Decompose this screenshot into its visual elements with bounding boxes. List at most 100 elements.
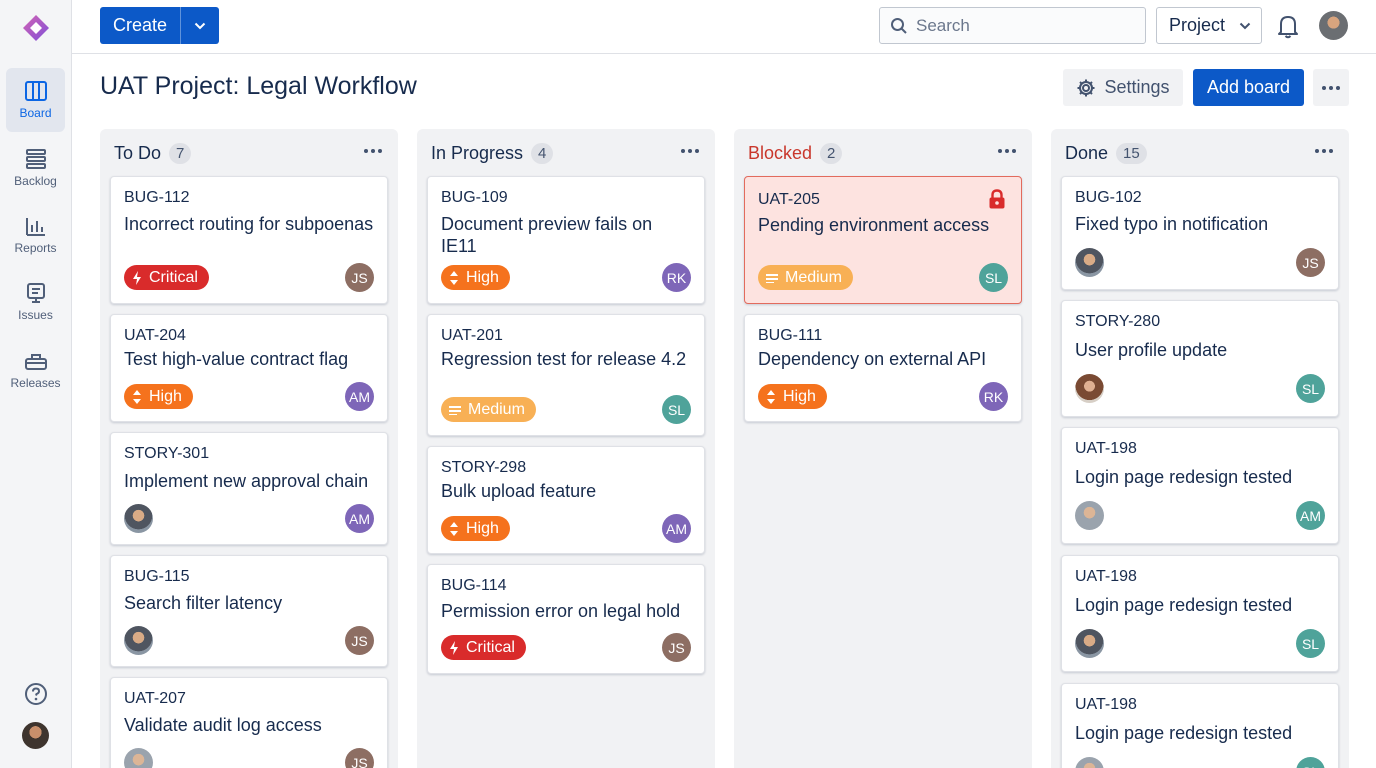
priority-label: High xyxy=(149,387,182,405)
issue-card[interactable]: BUG-102 Fixed typo in notification JS xyxy=(1061,176,1339,290)
issue-title: Validate audit log access xyxy=(124,715,322,735)
column-more-button[interactable] xyxy=(679,143,701,159)
column-title: Done xyxy=(1065,142,1109,163)
issue-card[interactable]: BUG-115 Search filter latency JS xyxy=(110,555,388,667)
reporter-avatar xyxy=(1075,248,1104,277)
project-dropdown[interactable]: Project xyxy=(1156,7,1262,44)
column-header: Blocked 2 xyxy=(748,141,843,165)
issue-key: UAT-198 xyxy=(1075,696,1137,713)
notification-bell-icon[interactable] xyxy=(1276,13,1300,39)
issue-card[interactable]: UAT-198 Login page redesign tested SL xyxy=(1061,555,1339,672)
sidebar-item-label: Board xyxy=(19,106,52,120)
column-done: Done 15 BUG-102 Fixed typo in notificati… xyxy=(1051,129,1349,768)
issue-card[interactable]: STORY-280 User profile update SL xyxy=(1061,300,1339,417)
assignee-avatar: JS xyxy=(345,626,374,655)
backlog-icon xyxy=(25,149,46,169)
issue-title: User profile update xyxy=(1075,340,1228,360)
column-more-button[interactable] xyxy=(1313,143,1335,159)
reporter-avatar xyxy=(124,504,153,533)
issue-card[interactable]: BUG-109 Document preview fails on IE11 H… xyxy=(427,176,705,304)
search-input[interactable] xyxy=(916,15,1126,36)
sidebar-item-releases[interactable]: Releases xyxy=(6,338,65,402)
sidebar-item-label: Issues xyxy=(18,308,53,322)
issue-card[interactable]: UAT-198 Login page redesign tested AM xyxy=(1061,427,1339,544)
more-horizontal-icon xyxy=(998,149,1016,153)
issue-key: STORY-298 xyxy=(441,459,527,476)
column-title: In Progress xyxy=(431,142,524,163)
issue-title: Pending environment access xyxy=(758,215,990,235)
issue-card[interactable]: BUG-112 Incorrect routing for subpoenas … xyxy=(110,176,388,304)
issue-title: Fixed typo in notification xyxy=(1075,214,1269,234)
column-more-button[interactable] xyxy=(362,143,384,159)
assignee-avatar: SL xyxy=(1296,757,1325,768)
assignee-avatar: AM xyxy=(345,382,374,411)
priority-badge: Medium xyxy=(441,397,536,422)
sidebar-item-issues[interactable]: Issues xyxy=(6,270,65,334)
issue-title: Login page redesign tested xyxy=(1075,723,1293,743)
sidebar-item-label: Backlog xyxy=(14,174,57,188)
assignee-avatar: SL xyxy=(662,395,691,424)
assignee-avatar: SL xyxy=(1296,629,1325,658)
issue-title: Permission error on legal hold xyxy=(441,601,681,621)
priority-label: High xyxy=(466,268,499,286)
project-dropdown-label: Project xyxy=(1169,15,1226,35)
more-actions-button[interactable] xyxy=(1313,69,1349,106)
create-button[interactable]: Create xyxy=(100,7,181,44)
column-count: 15 xyxy=(1116,142,1147,164)
reporter-avatar xyxy=(124,626,153,655)
issue-card[interactable]: UAT-207 Validate audit log access JS xyxy=(110,677,388,768)
issue-title: Regression test for release 4.2 xyxy=(441,349,687,369)
issue-title: Login page redesign tested xyxy=(1075,467,1293,487)
assignee-avatar: JS xyxy=(1296,248,1325,277)
top-bar: Create Project xyxy=(72,0,1376,54)
more-horizontal-icon xyxy=(1315,149,1333,153)
lightning-icon xyxy=(133,270,141,285)
issue-key: BUG-114 xyxy=(441,577,507,594)
issue-card[interactable]: UAT-201 Regression test for release 4.2 … xyxy=(427,314,705,436)
issue-card[interactable]: UAT-198 Login page redesign tested SL xyxy=(1061,683,1339,768)
sidebar-item-reports[interactable]: Reports xyxy=(6,203,65,267)
priority-label: High xyxy=(466,519,499,537)
reporter-avatar xyxy=(124,748,153,768)
priority-high-icon xyxy=(767,389,775,404)
column-to-do: To Do 7 BUG-112 Incorrect routing for su… xyxy=(100,129,398,768)
issue-card[interactable]: BUG-111 Dependency on external API High … xyxy=(744,314,1022,422)
sidebar-item-backlog[interactable]: Backlog xyxy=(6,136,65,200)
column-title: Blocked xyxy=(748,142,813,163)
assignee-avatar: RK xyxy=(979,382,1008,411)
issue-key: STORY-280 xyxy=(1075,313,1161,330)
lock-icon xyxy=(989,189,1005,209)
profile-avatar[interactable] xyxy=(1319,11,1348,40)
assignee-avatar: JS xyxy=(662,633,691,662)
priority-badge: High xyxy=(758,384,827,409)
column-count: 7 xyxy=(169,142,192,164)
sidebar-item-board[interactable]: Board xyxy=(6,68,65,132)
help-icon[interactable] xyxy=(24,682,48,706)
issue-key: BUG-115 xyxy=(124,568,190,585)
column-blocked: Blocked 2 UAT-205 Pending environment ac… xyxy=(734,129,1032,768)
user-avatar[interactable] xyxy=(22,722,49,749)
sidebar: Board Backlog Reports Issues Releases xyxy=(0,0,72,768)
issue-card[interactable]: UAT-204 Test high-value contract flag Hi… xyxy=(110,314,388,422)
app-logo-icon[interactable] xyxy=(22,14,50,42)
priority-badge: High xyxy=(441,516,510,541)
priority-label: Critical xyxy=(466,638,515,656)
add-board-button[interactable]: Add board xyxy=(1193,69,1304,106)
issue-title: Document preview fails on IE11 xyxy=(441,214,653,256)
gear-icon xyxy=(1077,79,1095,96)
assignee-avatar: SL xyxy=(1296,374,1325,403)
column-more-button[interactable] xyxy=(996,143,1018,159)
board-icon xyxy=(24,81,47,101)
assignee-avatar: RK xyxy=(662,263,691,292)
priority-badge: High xyxy=(441,265,510,290)
issue-card[interactable]: BUG-114 Permission error on legal hold C… xyxy=(427,564,705,674)
issue-card-blocked[interactable]: UAT-205 Pending environment access Mediu… xyxy=(744,176,1022,304)
more-horizontal-icon xyxy=(364,149,382,153)
assignee-avatar: JS xyxy=(345,263,374,292)
issue-title: Search filter latency xyxy=(124,593,283,613)
create-dropdown-button[interactable] xyxy=(181,7,219,44)
settings-button[interactable]: Settings xyxy=(1063,69,1183,106)
issue-card[interactable]: STORY-301 Implement new approval chain A… xyxy=(110,432,388,545)
issue-title: Implement new approval chain xyxy=(124,471,369,491)
issue-card[interactable]: STORY-298 Bulk upload feature High AM xyxy=(427,446,705,554)
